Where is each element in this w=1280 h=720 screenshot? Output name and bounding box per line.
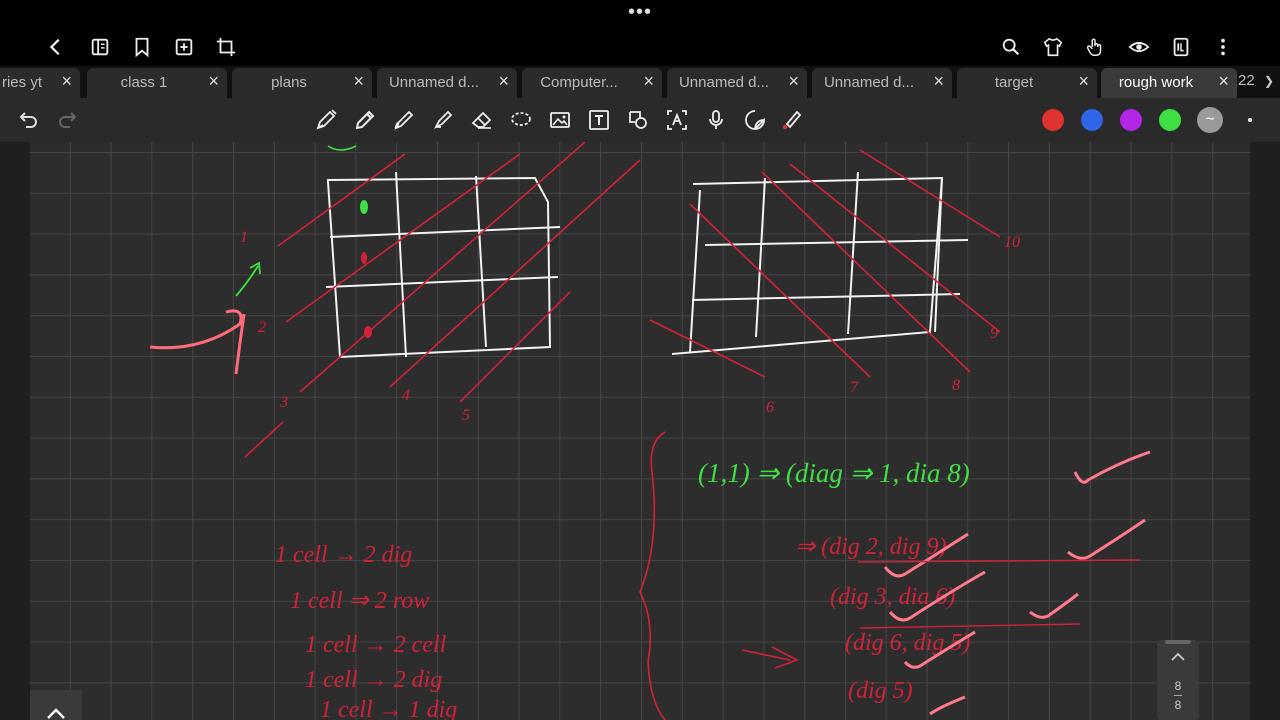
color-swatch-purple[interactable] (1120, 109, 1142, 131)
note-line-5: 1 cell → 1 dig (320, 697, 457, 720)
page-indicator[interactable]: 8 8 (1157, 640, 1199, 720)
tab-label: rough work (1118, 74, 1194, 91)
highlighter-icon[interactable] (429, 106, 457, 134)
grid-label-9: 9 (990, 325, 998, 342)
crop-icon[interactable] (213, 34, 239, 60)
tab-label: class 1 (120, 74, 168, 91)
color-swatch-blue[interactable] (1081, 109, 1103, 131)
tab-label: ries yt (1, 74, 42, 91)
chevron-right-icon[interactable]: ❯ (1264, 74, 1274, 88)
grid-label-6: 6 (766, 399, 774, 416)
close-icon[interactable]: × (1078, 71, 1089, 92)
scroll-up-button[interactable] (30, 690, 82, 720)
redo-icon[interactable] (53, 106, 81, 134)
color-swatch-green[interactable] (1159, 109, 1181, 131)
note-line-1: 1 cell → 2 dig (275, 542, 412, 568)
diag-note-4: (dig 5) (848, 678, 913, 704)
fountain-pen-icon[interactable] (312, 106, 340, 134)
diag-note-1: ⇒ (dig 2, dig 9) (795, 534, 946, 560)
ballpoint-pen-icon[interactable] (390, 106, 418, 134)
color-swatch-gray[interactable]: ~ (1197, 107, 1223, 133)
shapes-icon[interactable] (624, 106, 652, 134)
close-icon[interactable]: × (933, 71, 944, 92)
grid-label-2: 2 (258, 319, 266, 336)
total-pages: 8 (1174, 698, 1182, 712)
grid-label-10: 10 (1004, 234, 1020, 251)
tab-label: Unnamed d... (388, 74, 480, 91)
tab-unnamed-3[interactable]: Unnamed d... × (812, 68, 952, 98)
laser-pointer-icon[interactable] (777, 106, 805, 134)
close-icon[interactable]: × (61, 71, 72, 92)
tab-label: target (994, 74, 1034, 91)
color-swatch-red[interactable] (1042, 109, 1064, 131)
grid-label-7: 7 (850, 379, 859, 396)
touch-hand-icon[interactable] (1082, 34, 1108, 60)
tab-label: Computer... (540, 74, 618, 91)
note-line-4: 1 cell → 2 dig (305, 667, 442, 693)
pencil-icon[interactable] (351, 106, 379, 134)
chevron-up-icon[interactable] (1169, 650, 1187, 662)
tab-class-1[interactable]: class 1 × (87, 68, 227, 98)
grid-label-1: 1 (240, 229, 248, 246)
handwriting-ink: 1 2 3 4 5 10 9 8 7 6 (1,1) ⇒ (diag ⇒ 1, … (149, 142, 1151, 720)
tab-label: Unnamed d... (678, 74, 770, 91)
top-app-bar: ••• (0, 0, 1280, 66)
drawing-toolbar: ~ (0, 98, 1280, 143)
eraser-icon[interactable] (468, 106, 496, 134)
text-recognition-icon[interactable] (663, 106, 691, 134)
tab-plans[interactable]: plans × (232, 68, 372, 98)
grid-label-4: 4 (402, 387, 410, 404)
close-icon[interactable]: × (498, 71, 509, 92)
tab-rough-work[interactable]: rough work × (1101, 68, 1237, 98)
tab-unnamed-2[interactable]: Unnamed d... × (667, 68, 807, 98)
grid-label-8: 8 (952, 377, 960, 394)
text-box-icon[interactable] (585, 106, 613, 134)
undo-icon[interactable] (15, 106, 43, 134)
tab-label: Unnamed d... (823, 74, 915, 91)
overflow-menu-icon[interactable] (1210, 34, 1236, 60)
tab-count[interactable]: 22 (1238, 72, 1255, 89)
more-dots-icon[interactable]: ••• (620, 2, 660, 22)
chevron-up-icon (47, 708, 65, 719)
current-page: 8 (1174, 679, 1182, 693)
eye-icon[interactable] (1126, 34, 1152, 60)
tab-unnamed-1[interactable]: Unnamed d... × (377, 68, 517, 98)
diag-note-3: (dig 6, dig 5) (845, 630, 970, 656)
document-outline-icon[interactable] (87, 34, 113, 60)
close-icon[interactable]: × (208, 71, 219, 92)
tab-label: plans (271, 74, 307, 91)
close-icon[interactable]: × (643, 71, 654, 92)
tab-target[interactable]: target × (957, 68, 1097, 98)
shirt-icon[interactable] (1040, 34, 1066, 60)
canvas-area: 1 2 3 4 5 10 9 8 7 6 (1,1) ⇒ (diag ⇒ 1, … (0, 142, 1280, 720)
sticker-icon[interactable] (741, 106, 769, 134)
close-icon[interactable]: × (788, 71, 799, 92)
diag-note-2: (dig 3, dia 6) (830, 584, 955, 610)
more-colors-dot-icon[interactable] (1236, 106, 1264, 134)
note-line-3: 1 cell → 2 cell (305, 632, 447, 658)
lasso-icon[interactable] (507, 106, 535, 134)
back-icon[interactable] (43, 34, 69, 60)
tab-ries-yt[interactable]: ries yt × (0, 68, 80, 98)
note-line-2: 1 cell ⇒ 2 row (290, 588, 429, 614)
grid-label-3: 3 (279, 394, 288, 411)
notebook-icon[interactable] (1168, 34, 1194, 60)
search-icon[interactable] (998, 34, 1024, 60)
green-note: (1,1) ⇒ (diag ⇒ 1, dia 8) (698, 458, 970, 488)
add-page-icon[interactable] (171, 34, 197, 60)
tab-strip: ries yt × class 1 × plans × Unnamed d... × C… (0, 66, 1280, 98)
tab-computer[interactable]: Computer... × (522, 68, 662, 98)
grid-label-5: 5 (462, 407, 470, 424)
close-icon[interactable]: × (353, 71, 364, 92)
image-icon[interactable] (546, 106, 574, 134)
close-icon[interactable]: × (1218, 71, 1229, 92)
microphone-icon[interactable] (702, 106, 730, 134)
bookmark-icon[interactable] (129, 34, 155, 60)
